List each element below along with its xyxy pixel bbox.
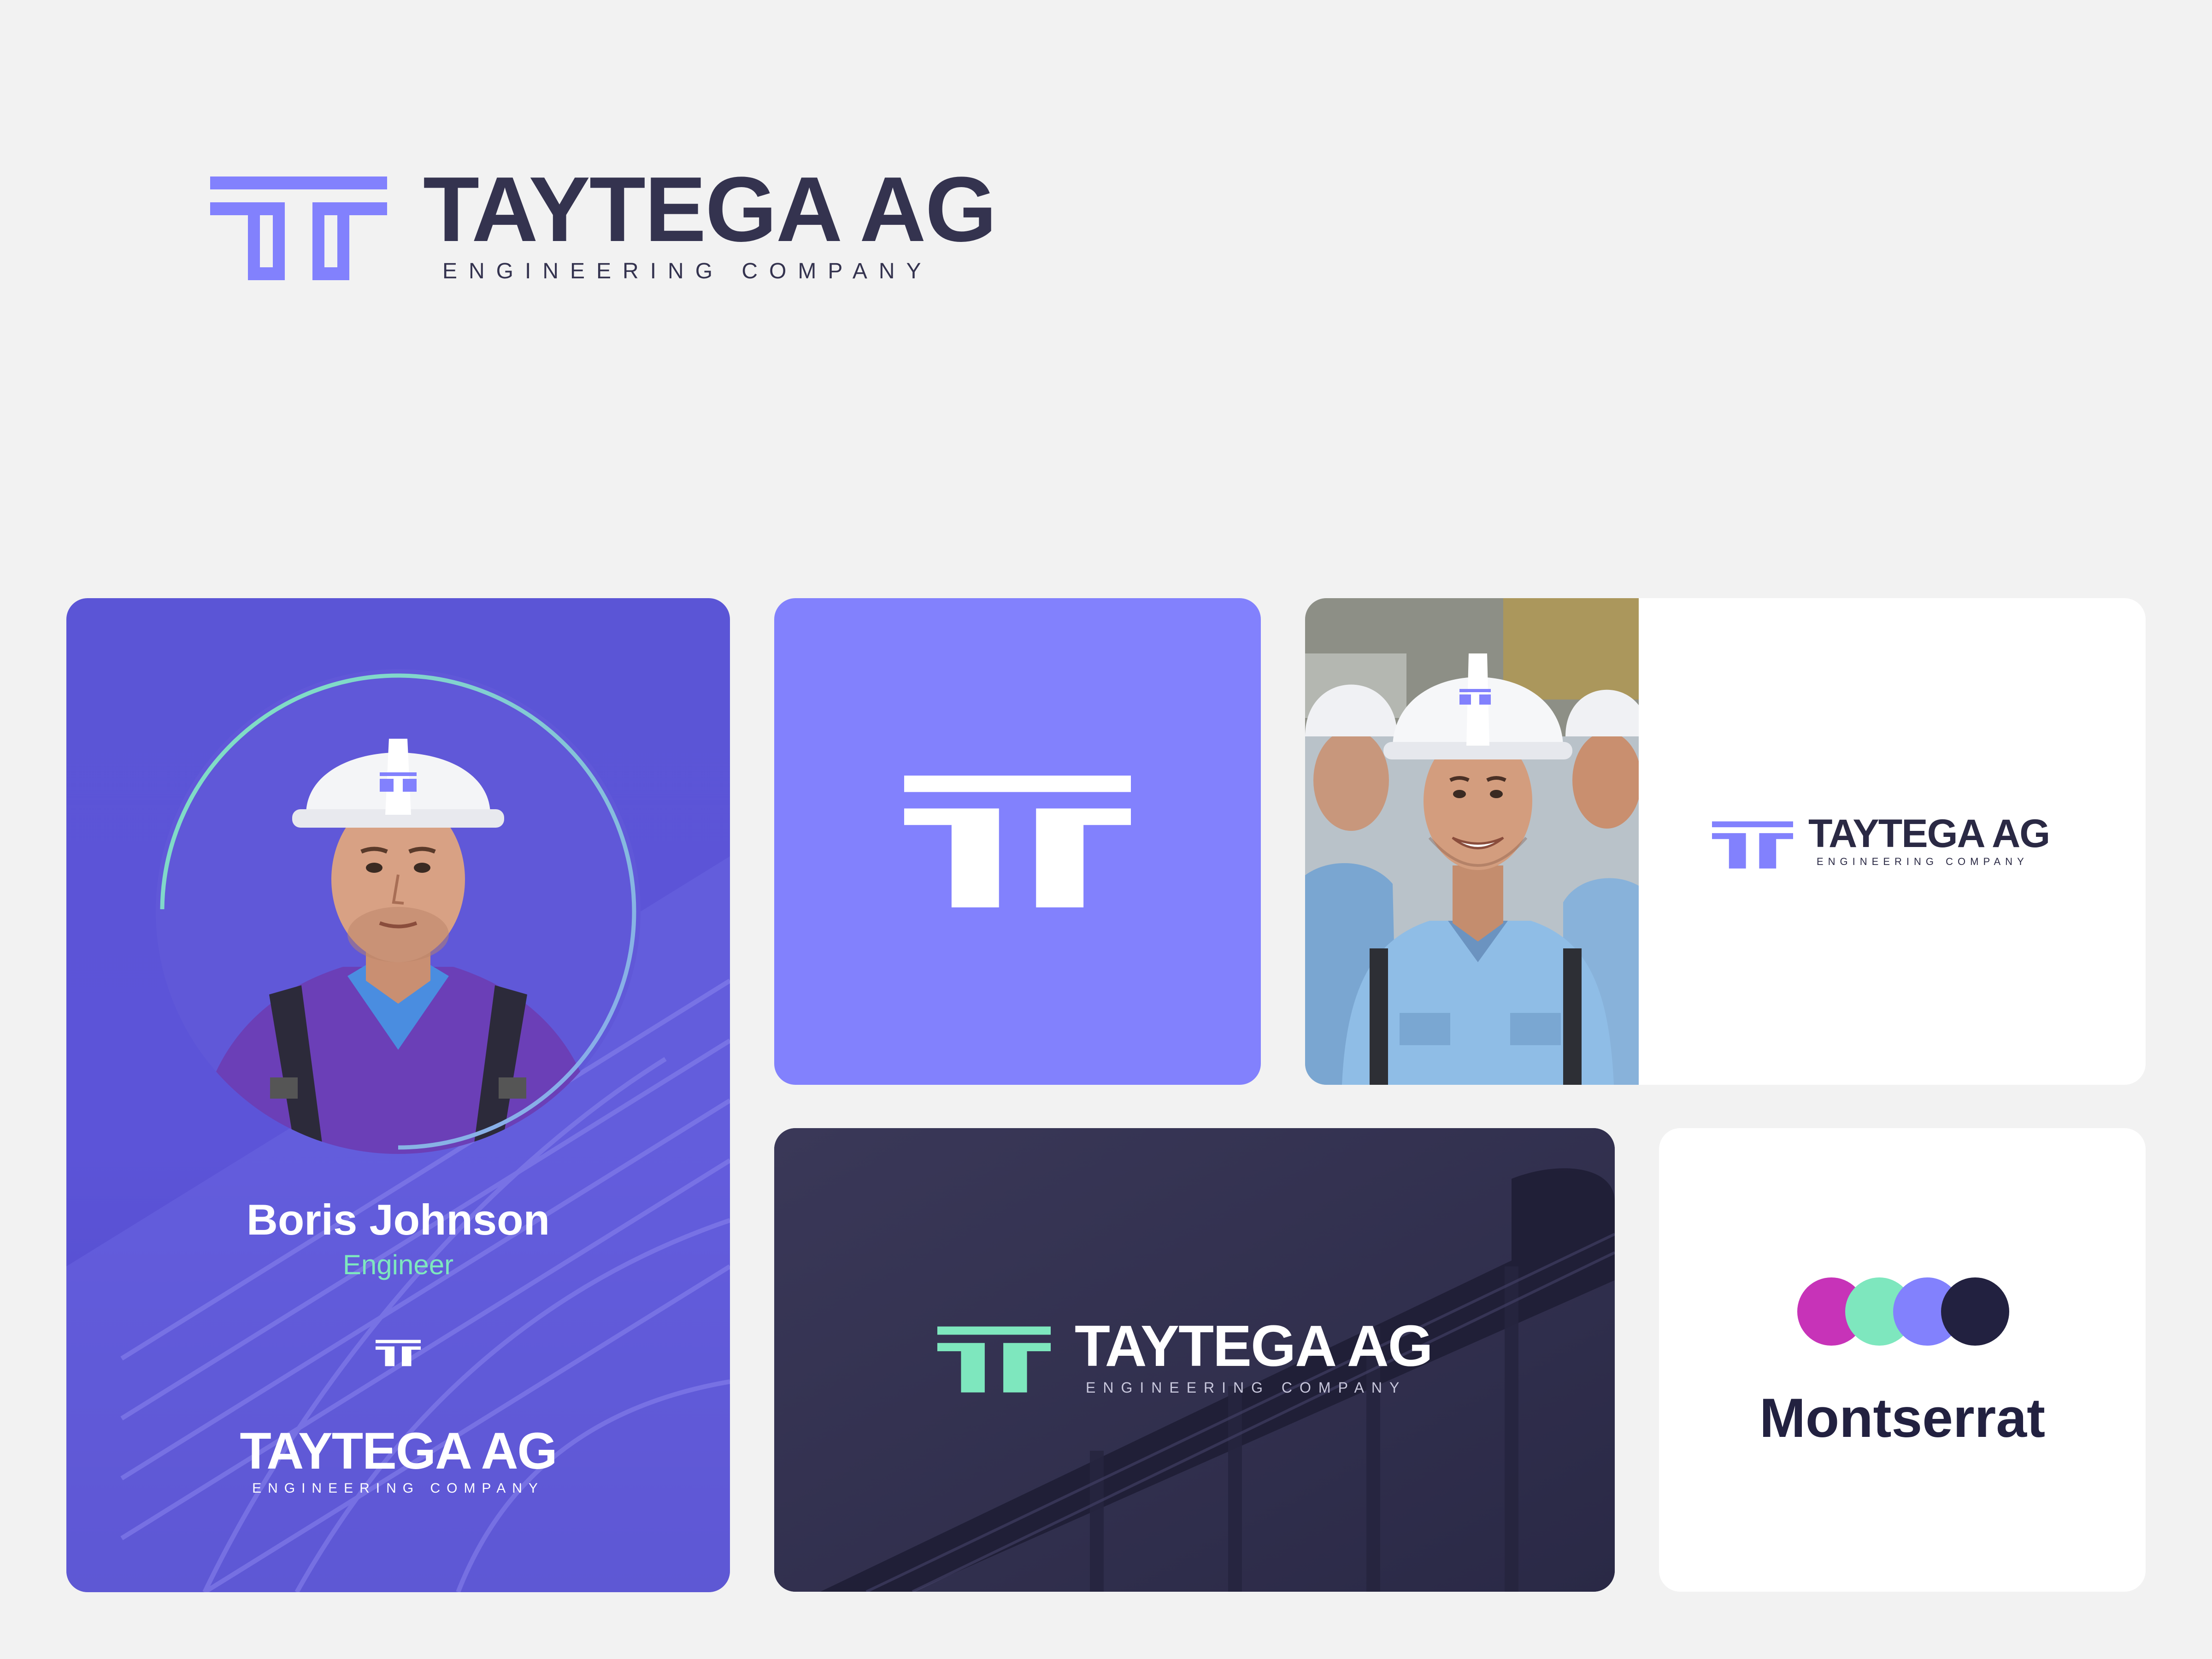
- color-swatch-navy: [1941, 1277, 2009, 1346]
- dark-brand-tagline: ENGINEERING COMPANY: [1086, 1379, 1407, 1396]
- photo-logo-card: TAYTEGA AG ENGINEERING COMPANY: [1305, 598, 2146, 1085]
- brand-tagline: ENGINEERING COMPANY: [442, 259, 933, 283]
- dark-brand-name: TAYTEGA AG: [1075, 1313, 1433, 1378]
- tt-logo-mark-icon: [376, 1340, 421, 1366]
- profile-photo: [156, 669, 641, 1154]
- typography-card: Montserrat: [1659, 1128, 2146, 1592]
- badge-person-name: Boris Johnson: [246, 1195, 550, 1244]
- tt-logo-mark-icon: [210, 176, 387, 280]
- card-brand-tagline: ENGINEERING COMPANY: [1817, 856, 2029, 867]
- brand-name: TAYTEGA AG: [423, 158, 997, 261]
- tt-logo-mark-icon: [1712, 821, 1793, 869]
- badge-role: Engineer: [342, 1249, 454, 1280]
- badge-brand-name: TAYTEGA AG: [240, 1422, 557, 1480]
- tt-logo-mark-icon: [937, 1326, 1051, 1393]
- logo-icon-card: [774, 598, 1261, 1085]
- badge-brand-tagline: ENGINEERING COMPANY: [252, 1481, 544, 1496]
- id-badge-card: Boris Johnson Engineer TAYTEGA AG ENGINE…: [66, 598, 730, 1592]
- engineers-photo: [1305, 598, 1639, 1085]
- typeface-name: Montserrat: [1759, 1387, 2046, 1449]
- card-brand-name: TAYTEGA AG: [1808, 812, 2050, 856]
- tt-logo-mark-icon: [904, 775, 1131, 908]
- dark-banner-card: TAYTEGA AG ENGINEERING COMPANY: [774, 1128, 1615, 1592]
